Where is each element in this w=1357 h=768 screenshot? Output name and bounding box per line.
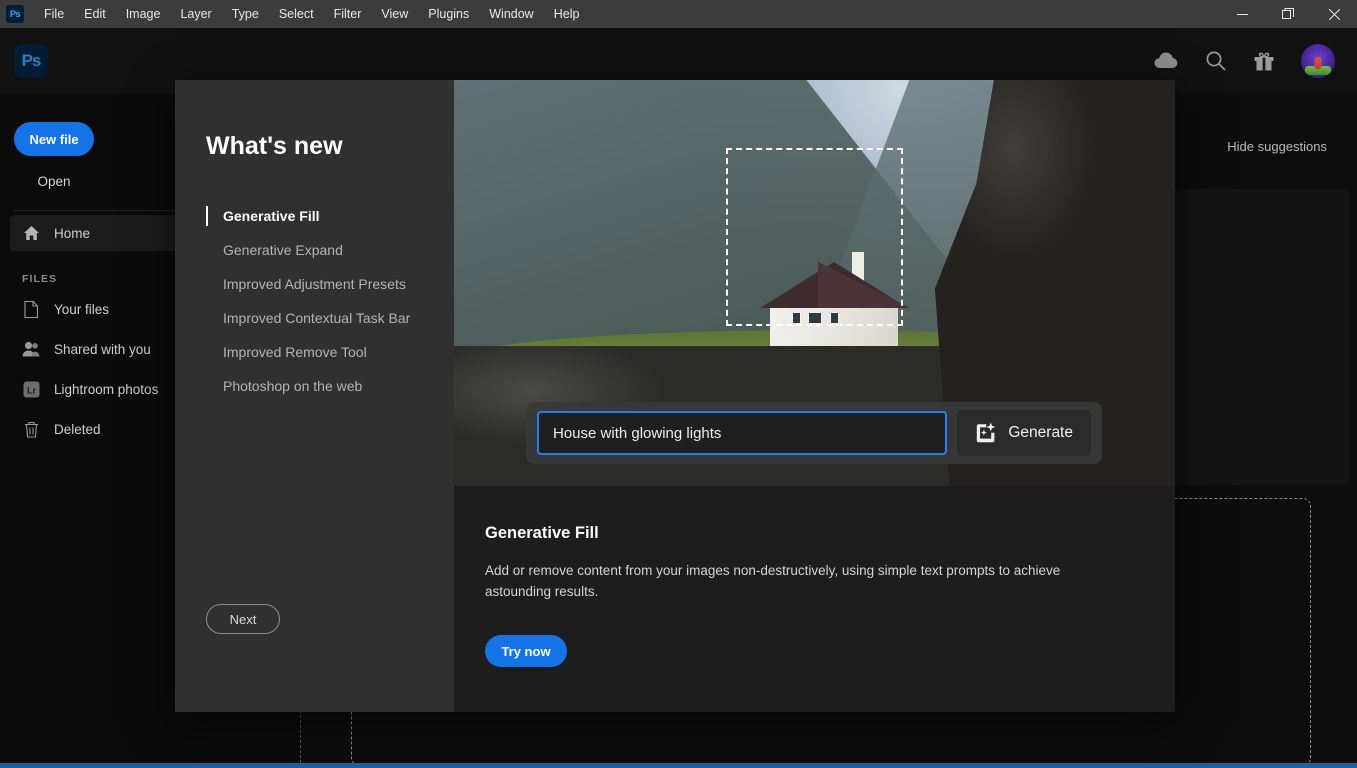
sidebar-item-label: Home: [54, 226, 90, 241]
menu-image[interactable]: Image: [116, 3, 171, 25]
cloud-icon[interactable]: [1153, 52, 1179, 70]
menu-file[interactable]: File: [34, 3, 74, 25]
hide-suggestions-button[interactable]: Hide suggestions: [1227, 139, 1327, 154]
selection-marquee: [726, 148, 903, 326]
maximize-button[interactable]: [1265, 0, 1311, 28]
lightroom-icon: Lr: [22, 381, 40, 398]
open-button[interactable]: Open: [14, 166, 94, 196]
close-icon: [1329, 9, 1340, 20]
minimize-icon: [1237, 9, 1248, 20]
menu-select[interactable]: Select: [269, 3, 324, 25]
generate-button-label: Generate: [1008, 424, 1073, 442]
feature-hero-image: Generate: [454, 80, 1175, 486]
home-icon: [22, 225, 40, 241]
avatar[interactable]: [1301, 44, 1335, 78]
new-file-button[interactable]: New file: [14, 122, 94, 156]
feature-heading: Generative Fill: [485, 524, 1143, 543]
nav-item-improved-adjustment-presets[interactable]: Improved Adjustment Presets: [175, 267, 454, 301]
restore-icon: [1282, 8, 1294, 20]
photoshop-logo-icon: Ps: [14, 44, 48, 78]
dialog-content-panel: Generate Generative Fill Add or remove c…: [454, 80, 1175, 712]
feature-detail: Generative Fill Add or remove content fr…: [454, 486, 1175, 712]
nav-item-improved-remove-tool[interactable]: Improved Remove Tool: [175, 335, 454, 369]
next-button[interactable]: Next: [206, 604, 280, 634]
gift-icon[interactable]: [1253, 50, 1275, 72]
people-icon: [22, 341, 40, 357]
menu-filter[interactable]: Filter: [324, 3, 372, 25]
dialog-nav-panel: What's new Generative Fill Generative Ex…: [175, 80, 454, 712]
nav-item-generative-fill[interactable]: Generative Fill: [175, 199, 454, 233]
menu-help[interactable]: Help: [544, 3, 590, 25]
nav-item-generative-expand[interactable]: Generative Expand: [175, 233, 454, 267]
menu-layer[interactable]: Layer: [170, 3, 221, 25]
generate-button[interactable]: Generate: [957, 410, 1091, 456]
menu-type[interactable]: Type: [222, 3, 269, 25]
sidebar-item-label: Lightroom photos: [54, 382, 158, 397]
try-now-button[interactable]: Try now: [485, 635, 567, 667]
document-icon: [22, 301, 40, 318]
svg-text:Lr: Lr: [27, 385, 36, 395]
menu-edit[interactable]: Edit: [74, 3, 116, 25]
nav-item-photoshop-on-the-web[interactable]: Photoshop on the web: [175, 369, 454, 403]
menu-bar: File Edit Image Layer Type Select Filter…: [34, 3, 589, 25]
whats-new-dialog: What's new Generative Fill Generative Ex…: [175, 80, 1175, 712]
dialog-nav-list: Generative Fill Generative Expand Improv…: [175, 199, 454, 403]
dialog-title: What's new: [206, 132, 454, 161]
toolbar-actions: [1153, 44, 1335, 78]
app-badge-icon: Ps: [6, 5, 24, 23]
sparkle-image-icon: [975, 422, 997, 444]
menu-window[interactable]: Window: [479, 3, 543, 25]
window-controls: [1219, 0, 1357, 28]
window-titlebar: Ps File Edit Image Layer Type Select Fil…: [0, 0, 1357, 28]
close-window-button[interactable]: [1311, 0, 1357, 28]
menu-plugins[interactable]: Plugins: [418, 3, 479, 25]
sidebar-item-label: Your files: [54, 302, 109, 317]
generative-fill-taskbar: Generate: [526, 402, 1102, 464]
trash-icon: [22, 421, 40, 438]
nav-item-improved-contextual-task-bar[interactable]: Improved Contextual Task Bar: [175, 301, 454, 335]
feature-description: Add or remove content from your images n…: [485, 560, 1110, 602]
menu-view[interactable]: View: [371, 3, 418, 25]
minimize-button[interactable]: [1219, 0, 1265, 28]
sidebar-item-label: Shared with you: [54, 342, 151, 357]
bottom-accent-bar: [0, 763, 1357, 768]
sidebar-item-label: Deleted: [54, 422, 101, 437]
prompt-input[interactable]: [537, 411, 947, 455]
search-icon[interactable]: [1205, 50, 1227, 72]
